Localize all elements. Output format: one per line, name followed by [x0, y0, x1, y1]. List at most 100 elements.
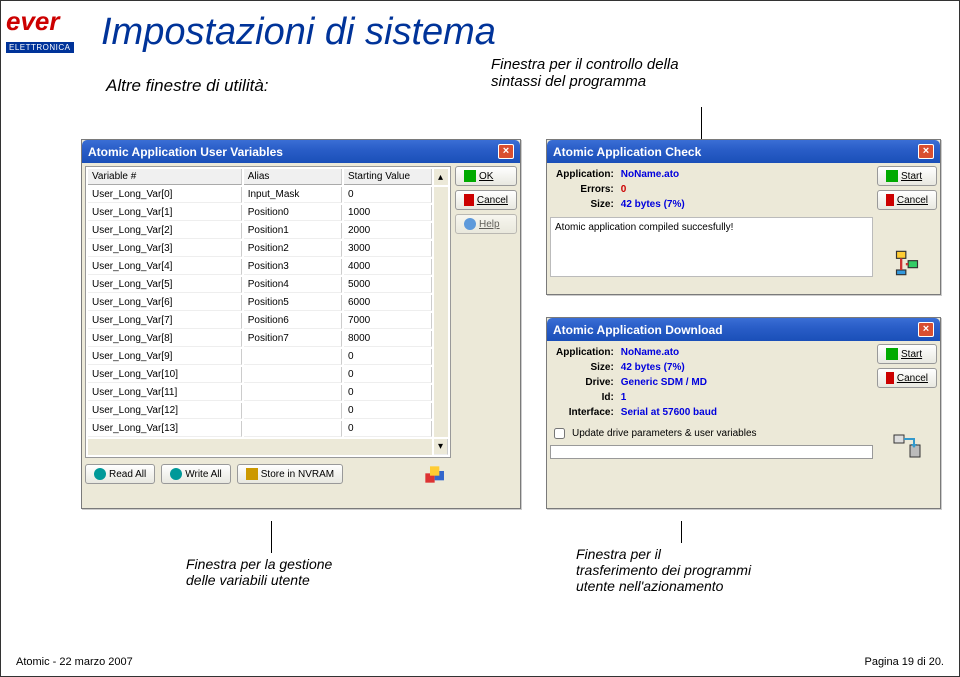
cell-variable[interactable]: User_Long_Var[13] [88, 421, 242, 437]
cell-alias[interactable]: Position6 [244, 313, 342, 329]
cell-alias[interactable] [244, 421, 342, 437]
table-row[interactable]: User_Long_Var[11] 0 [88, 385, 448, 401]
close-icon [886, 372, 894, 384]
label-drive: Drive: [552, 376, 618, 389]
cell-variable[interactable]: User_Long_Var[2] [88, 223, 242, 239]
cell-alias[interactable]: Input_Mask [244, 187, 342, 203]
cell-starting-value[interactable]: 5000 [344, 277, 432, 293]
table-row[interactable]: User_Long_Var[10] 0 [88, 367, 448, 383]
store-nvram-button[interactable]: Store in NVRAM [237, 464, 343, 484]
cell-variable[interactable]: User_Long_Var[4] [88, 259, 242, 275]
cell-starting-value[interactable]: 0 [344, 367, 432, 383]
label-interface: Interface: [552, 406, 618, 419]
close-icon [464, 194, 474, 206]
cell-starting-value[interactable]: 7000 [344, 313, 432, 329]
label-application: Application: [552, 168, 618, 181]
cell-alias[interactable] [244, 349, 342, 365]
flowchart-icon [893, 249, 921, 277]
ok-button[interactable]: OK [455, 166, 517, 186]
label-syntax-window: Finestra per il controllo della sintassi… [491, 56, 679, 90]
value-interface: Serial at 57600 baud [620, 406, 718, 419]
start-button[interactable]: Start [877, 166, 937, 186]
scrollbar-track[interactable] [434, 187, 448, 437]
titlebar-user-variables: Atomic Application User Variables × [82, 140, 520, 163]
table-row[interactable]: User_Long_Var[1]Position01000 [88, 205, 448, 221]
col-header-starting: Starting Value [344, 169, 432, 185]
pointer-line-right [681, 521, 682, 543]
cell-variable[interactable]: User_Long_Var[3] [88, 241, 242, 257]
cell-starting-value[interactable]: 0 [344, 349, 432, 365]
cell-starting-value[interactable]: 8000 [344, 331, 432, 347]
close-icon[interactable]: × [918, 144, 934, 159]
table-row[interactable]: User_Long_Var[13] 0 [88, 421, 448, 437]
col-header-alias: Alias [244, 169, 342, 185]
cell-alias[interactable]: Position0 [244, 205, 342, 221]
table-row[interactable]: User_Long_Var[2]Position12000 [88, 223, 448, 239]
read-all-button[interactable]: Read All [85, 464, 155, 484]
label-size: Size: [552, 198, 618, 211]
table-row[interactable]: User_Long_Var[0]Input_Mask0 [88, 187, 448, 203]
table-row[interactable]: User_Long_Var[4]Position34000 [88, 259, 448, 275]
cell-starting-value[interactable]: 3000 [344, 241, 432, 257]
close-icon[interactable]: × [498, 144, 514, 159]
table-row[interactable]: User_Long_Var[3]Position23000 [88, 241, 448, 257]
cell-alias[interactable]: Position4 [244, 277, 342, 293]
cell-alias[interactable] [244, 403, 342, 419]
cell-variable[interactable]: User_Long_Var[11] [88, 385, 242, 401]
cell-starting-value[interactable]: 0 [344, 421, 432, 437]
table-row[interactable]: User_Long_Var[8]Position78000 [88, 331, 448, 347]
cell-variable[interactable]: User_Long_Var[6] [88, 295, 242, 311]
cell-starting-value[interactable]: 6000 [344, 295, 432, 311]
write-all-button[interactable]: Write All [161, 464, 231, 484]
value-size: 42 bytes (7%) [620, 361, 718, 374]
cell-variable[interactable]: User_Long_Var[1] [88, 205, 242, 221]
start-button[interactable]: Start [877, 344, 937, 364]
table-row[interactable]: User_Long_Var[6]Position56000 [88, 295, 448, 311]
cell-alias[interactable] [244, 385, 342, 401]
table-row[interactable]: User_Long_Var[9] 0 [88, 349, 448, 365]
label-id: Id: [552, 391, 618, 404]
table-row[interactable]: User_Long_Var[12] 0 [88, 403, 448, 419]
update-parameters-checkbox[interactable]: Update drive parameters & user variables [550, 425, 873, 442]
cell-variable[interactable]: User_Long_Var[7] [88, 313, 242, 329]
cell-variable[interactable]: User_Long_Var[0] [88, 187, 242, 203]
help-button[interactable]: Help [455, 214, 517, 234]
scroll-up-icon[interactable]: ▴ [434, 169, 448, 185]
cell-variable[interactable]: User_Long_Var[9] [88, 349, 242, 365]
cancel-button[interactable]: Cancel [455, 190, 517, 210]
close-icon[interactable]: × [918, 322, 934, 337]
window-app-download: Atomic Application Download × Applicatio… [546, 317, 941, 509]
page-subtitle: Altre finestre di utilità: [106, 76, 269, 96]
cell-variable[interactable]: User_Long_Var[12] [88, 403, 242, 419]
cell-alias[interactable]: Position1 [244, 223, 342, 239]
cell-variable[interactable]: User_Long_Var[5] [88, 277, 242, 293]
checkbox-input[interactable] [554, 428, 565, 439]
cell-starting-value[interactable]: 2000 [344, 223, 432, 239]
value-errors: 0 [620, 183, 686, 196]
cell-starting-value[interactable]: 1000 [344, 205, 432, 221]
table-row[interactable]: User_Long_Var[7]Position67000 [88, 313, 448, 329]
cell-variable[interactable]: User_Long_Var[8] [88, 331, 242, 347]
cell-alias[interactable]: Position3 [244, 259, 342, 275]
window-title-text: Atomic Application User Variables [88, 145, 283, 159]
caption-variables-window: Finestra per la gestione delle variabili… [186, 556, 332, 588]
cancel-button[interactable]: Cancel [877, 368, 937, 388]
cell-alias[interactable]: Position7 [244, 331, 342, 347]
cell-variable[interactable]: User_Long_Var[10] [88, 367, 242, 383]
caption-download-window: Finestra per il trasferimento dei progra… [576, 546, 751, 594]
scroll-down-icon[interactable]: ▾ [434, 439, 448, 455]
cell-alias[interactable]: Position2 [244, 241, 342, 257]
cell-alias[interactable]: Position5 [244, 295, 342, 311]
window-user-variables: Atomic Application User Variables × Vari… [81, 139, 521, 509]
close-icon [886, 194, 894, 206]
cell-starting-value[interactable]: 4000 [344, 259, 432, 275]
cell-starting-value[interactable]: 0 [344, 403, 432, 419]
table-row[interactable]: User_Long_Var[5]Position45000 [88, 277, 448, 293]
cell-starting-value[interactable]: 0 [344, 385, 432, 401]
logo-brand: ever [6, 6, 60, 36]
cell-starting-value[interactable]: 0 [344, 187, 432, 203]
label-size: Size: [552, 361, 618, 374]
cell-alias[interactable] [244, 367, 342, 383]
cancel-button[interactable]: Cancel [877, 190, 937, 210]
footer-left: Atomic - 22 marzo 2007 [16, 656, 133, 668]
